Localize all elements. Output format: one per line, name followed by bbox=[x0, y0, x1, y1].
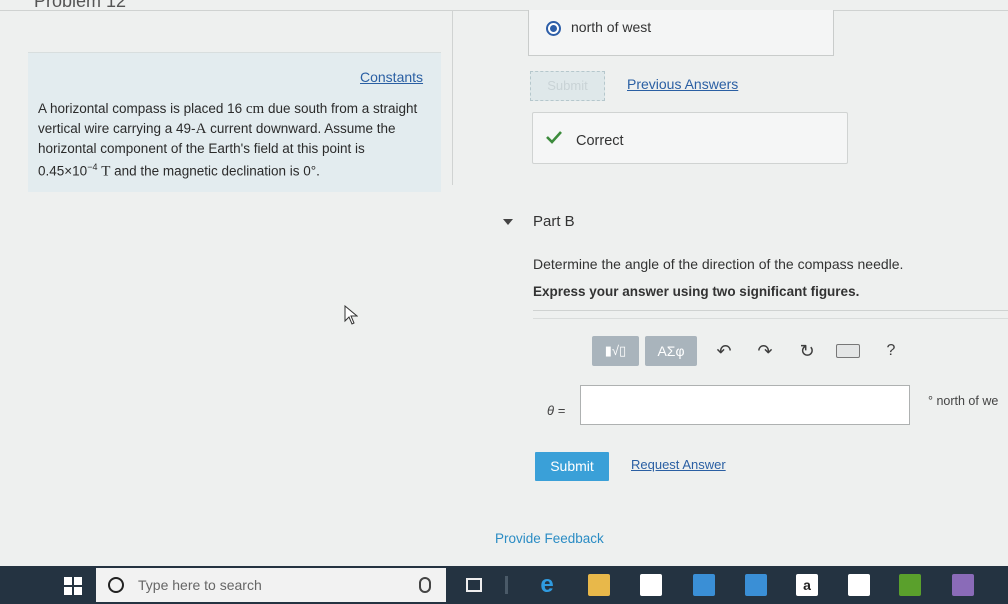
unit-ampere: A bbox=[195, 121, 207, 137]
unit-tesla: T bbox=[101, 163, 111, 180]
amazon-icon[interactable]: a bbox=[796, 574, 818, 596]
request-answer-link[interactable]: Request Answer bbox=[631, 457, 726, 472]
assignment-page: Problem 12 Constants A horizontal compas… bbox=[0, 0, 1008, 566]
panel-divider bbox=[452, 10, 453, 185]
divider bbox=[533, 310, 1008, 311]
part-a-answer-box: north of west bbox=[528, 10, 834, 56]
search-placeholder: Type here to search bbox=[138, 577, 262, 593]
correct-feedback-box: Correct bbox=[532, 112, 848, 164]
task-view-icon[interactable] bbox=[466, 578, 482, 592]
answer-input[interactable] bbox=[580, 385, 910, 425]
check-icon bbox=[546, 131, 562, 144]
file-explorer-icon[interactable] bbox=[588, 574, 610, 596]
app-icon[interactable] bbox=[899, 574, 921, 596]
photos-icon[interactable] bbox=[745, 574, 767, 596]
variable-label: θ = bbox=[547, 403, 566, 418]
windows-start-icon[interactable] bbox=[64, 577, 82, 595]
problem-panel: Constants A horizontal compass is placed… bbox=[28, 52, 441, 192]
part-b-instruction: Express your answer using two significan… bbox=[533, 284, 860, 299]
taskbar-search-box[interactable]: Type here to search bbox=[96, 568, 446, 602]
cortana-icon bbox=[108, 577, 124, 593]
mouse-cursor-icon bbox=[344, 305, 358, 325]
previous-answers-link[interactable]: Previous Answers bbox=[627, 76, 738, 92]
mail-icon[interactable] bbox=[848, 574, 870, 596]
redo-icon[interactable]: ↷ bbox=[754, 340, 776, 362]
keyboard-icon[interactable] bbox=[836, 344, 860, 358]
divider bbox=[533, 318, 1008, 319]
problem-text-part: and the magnetic declination is 0°. bbox=[110, 163, 320, 179]
microphone-icon[interactable] bbox=[419, 577, 431, 593]
help-icon[interactable]: ? bbox=[880, 340, 902, 362]
taskbar-separator bbox=[505, 576, 508, 594]
templates-button[interactable]: ▮√▯ bbox=[592, 336, 639, 366]
radio-selected[interactable] bbox=[546, 21, 561, 36]
store-icon[interactable] bbox=[640, 574, 662, 596]
provide-feedback-link[interactable]: Provide Feedback bbox=[495, 531, 604, 546]
reset-icon[interactable]: ↻ bbox=[796, 340, 818, 362]
collapse-arrow-icon[interactable] bbox=[503, 219, 513, 225]
problem-text-part: A horizontal compass is placed 16 bbox=[38, 101, 246, 116]
unit-label: ° north of we bbox=[928, 394, 999, 408]
part-a-submit-button[interactable]: Submit bbox=[530, 71, 605, 101]
unit-cm: cm bbox=[245, 101, 265, 117]
part-b-heading[interactable]: Part B bbox=[533, 213, 575, 230]
dropbox-icon[interactable] bbox=[693, 574, 715, 596]
radio-label: north of west bbox=[571, 19, 652, 35]
problem-statement: A horizontal compass is placed 16 cm due… bbox=[38, 99, 418, 182]
submit-button[interactable]: Submit bbox=[535, 452, 609, 481]
app-icon[interactable] bbox=[952, 574, 974, 596]
correct-label: Correct bbox=[576, 133, 624, 149]
taskbar: Type here to search e a bbox=[0, 566, 1008, 604]
exponent: −4 bbox=[87, 162, 98, 172]
edge-browser-icon[interactable]: e bbox=[536, 573, 558, 597]
undo-icon[interactable]: ↶ bbox=[713, 340, 735, 362]
divider bbox=[0, 10, 1008, 11]
part-b-question: Determine the angle of the direction of … bbox=[533, 256, 904, 272]
constants-link[interactable]: Constants bbox=[360, 69, 423, 85]
greek-symbols-button[interactable]: ΑΣφ bbox=[645, 336, 697, 366]
